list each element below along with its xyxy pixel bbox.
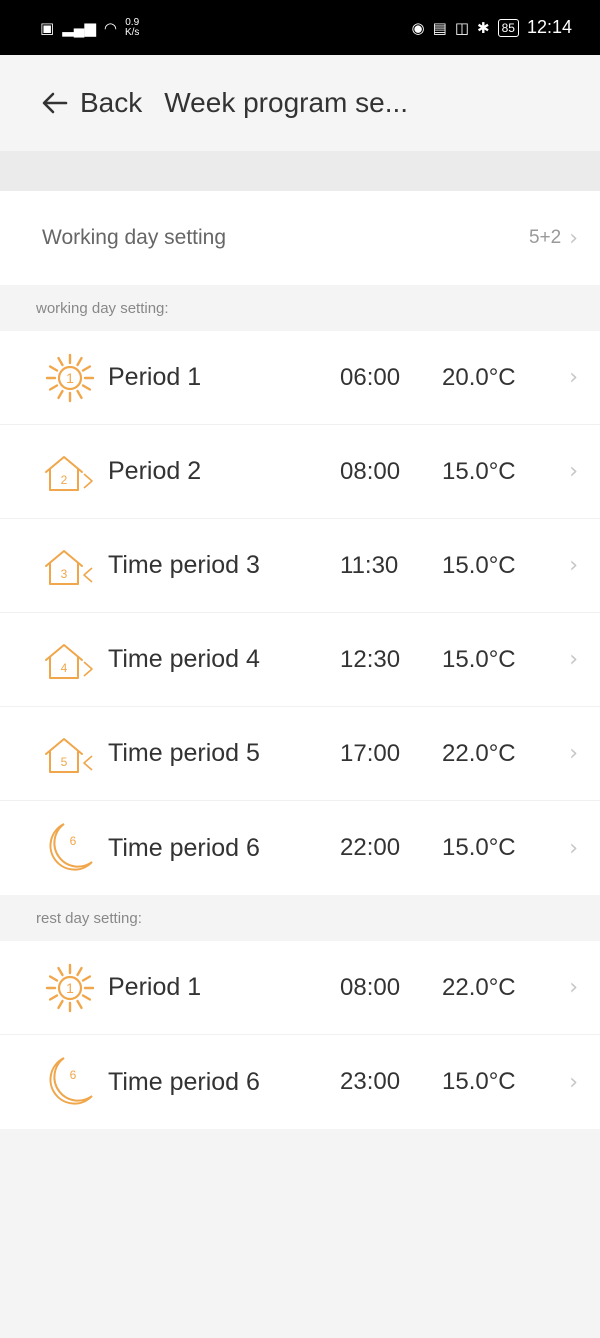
house-return-icon: 5 <box>45 737 93 773</box>
bluetooth-icon: ✱ <box>477 19 490 37</box>
period-row[interactable]: 5 Time period 5 17:00 22.0°C › <box>0 707 600 801</box>
rest-day-periods-list: 1 Period 1 08:00 22.0°C › 6 Time period 6 23:00… <box>0 941 600 1129</box>
period-name: Time period 5 <box>108 739 260 767</box>
nav-bar: Back Week program se... <box>0 55 600 151</box>
period-time: 17:00 <box>340 739 401 767</box>
house-leave-icon: 4 <box>45 643 93 679</box>
house-leave-icon: 2 <box>45 455 93 491</box>
back-button[interactable]: Back <box>40 87 142 119</box>
period-name: Period 2 <box>108 457 202 485</box>
period-time: 06:00 <box>340 363 401 391</box>
period-row[interactable]: 6 Time period 6 23:00 15.0°C › <box>0 1035 600 1129</box>
period-row[interactable]: 1 Period 1 08:00 22.0°C › <box>0 941 600 1035</box>
period-time: 23:00 <box>340 1068 401 1095</box>
sun-1-icon: 1 <box>45 353 95 402</box>
svg-text:5: 5 <box>61 755 68 769</box>
wifi-icon: ◠ <box>103 19 117 37</box>
chevron-right-icon: › <box>569 1069 578 1095</box>
working-day-setting-label: Working day setting <box>42 226 227 249</box>
period-temperature: 15.0°C <box>442 1068 516 1095</box>
period-temperature: 15.0°C <box>442 551 516 579</box>
period-row[interactable]: 2 Period 2 08:00 15.0°C › <box>0 425 600 519</box>
back-arrow-icon <box>42 92 68 114</box>
working-day-setting-value-group: 5+2 › <box>529 226 578 251</box>
vibrate-icon: ◫ <box>454 19 470 37</box>
svg-text:2: 2 <box>61 473 68 487</box>
svg-text:1: 1 <box>66 980 74 996</box>
network-speed-unit: K/s <box>124 26 140 38</box>
svg-text:1: 1 <box>66 370 74 386</box>
period-row[interactable]: 1 Period 1 06:00 20.0°C › <box>0 331 600 425</box>
house-return-icon: 3 <box>45 549 93 585</box>
battery-icon: 85 <box>497 18 519 37</box>
working-day-periods-list: 1 Period 1 06:00 20.0°C › 2 Period 2 08:00 15.0°… <box>0 331 600 895</box>
period-temperature: 15.0°C <box>442 645 516 673</box>
chevron-right-icon: › <box>569 647 578 672</box>
period-row[interactable]: 3 Time period 3 11:30 15.0°C › <box>0 519 600 613</box>
nfc-icon: ▤ <box>432 19 447 37</box>
status-bar: ▣ ▂▄▆ ◠ 0.9 K/s ◉ ▤ ◫ ✱ 85 12:14 <box>0 0 600 55</box>
period-row[interactable]: 6 Time period 6 22:00 15.0°C › <box>0 801 600 895</box>
period-name: Time period 4 <box>108 645 260 673</box>
svg-text:3: 3 <box>61 567 68 581</box>
moon-6-icon: 6 <box>49 1057 93 1105</box>
period-name: Period 1 <box>108 973 202 1001</box>
period-time: 08:00 <box>340 457 401 485</box>
rest-day-section-header: rest day setting: <box>0 895 600 941</box>
period-row[interactable]: 4 Time period 4 12:30 15.0°C › <box>0 613 600 707</box>
working-day-section-header: working day setting: <box>0 285 600 331</box>
period-temperature: 22.0°C <box>442 973 516 1001</box>
chevron-right-icon: › <box>569 365 578 390</box>
period-name: Time period 6 <box>108 833 260 862</box>
period-temperature: 15.0°C <box>442 457 516 485</box>
clock: 12:14 <box>526 17 572 37</box>
status-right: ◉ ▤ ◫ ✱ 85 12:14 <box>412 17 572 38</box>
working-day-setting-value: 5+2 <box>528 227 562 248</box>
svg-text:4: 4 <box>61 661 68 675</box>
sim-icon: ▣ <box>40 19 55 37</box>
period-time: 22:00 <box>340 834 401 861</box>
moon-6-icon: 6 <box>49 823 93 871</box>
period-time: 08:00 <box>340 973 401 1001</box>
period-temperature: 20.0°C <box>442 363 516 391</box>
svg-text:6: 6 <box>70 834 77 848</box>
period-temperature: 22.0°C <box>442 739 516 767</box>
network-speed: 0.9 K/s <box>124 17 140 38</box>
chevron-right-icon: › <box>569 225 578 251</box>
period-temperature: 15.0°C <box>442 834 516 861</box>
period-name: Period 1 <box>108 363 202 391</box>
svg-text:6: 6 <box>70 1068 77 1082</box>
status-left: ▣ ▂▄▆ ◠ 0.9 K/s <box>40 17 140 38</box>
spacer <box>0 151 600 191</box>
back-label: Back <box>80 87 143 118</box>
chevron-right-icon: › <box>569 741 578 766</box>
period-time: 12:30 <box>340 645 401 673</box>
eye-icon: ◉ <box>411 19 425 37</box>
page-title: Week program se... <box>164 87 409 118</box>
sun-1-icon: 1 <box>45 963 95 1012</box>
period-time: 11:30 <box>340 551 399 579</box>
chevron-right-icon: › <box>569 975 578 1000</box>
working-day-setting-row[interactable]: Working day setting 5+2 › <box>0 191 600 285</box>
signal-icon: ▂▄▆ <box>62 19 96 37</box>
period-name: Time period 6 <box>108 1067 260 1096</box>
chevron-right-icon: › <box>569 553 578 578</box>
period-name: Time period 3 <box>108 551 260 579</box>
chevron-right-icon: › <box>569 835 578 861</box>
chevron-right-icon: › <box>569 459 578 484</box>
